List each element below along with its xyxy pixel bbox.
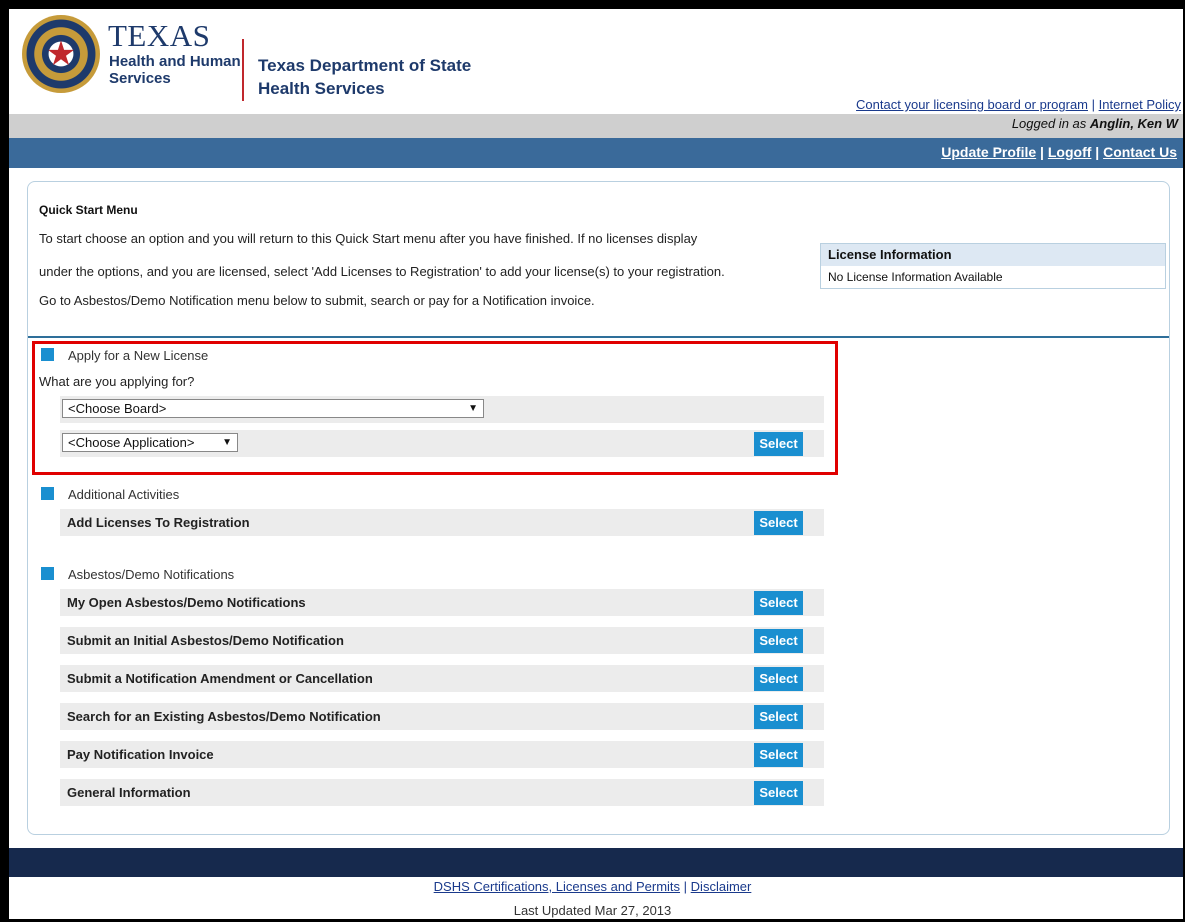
logged-in-prefix: Logged in as: [1011, 116, 1087, 131]
list-item: Submit an Initial Asbestos/Demo Notifica…: [60, 627, 824, 654]
additional-section-title: Additional Activities: [68, 487, 180, 502]
header-link-separator: |: [1091, 97, 1099, 112]
disclaimer-link[interactable]: Disclaimer: [691, 879, 752, 894]
add-licenses-select-button[interactable]: Select: [754, 511, 803, 535]
contact-board-link[interactable]: Contact your licensing board or program: [856, 97, 1088, 112]
search-notification-select-button[interactable]: Select: [754, 705, 803, 729]
texas-seal-icon: ★: [22, 15, 100, 93]
site-header: ★ TEXAS Health and Human Services Texas …: [9, 9, 1183, 114]
asbestos-section-title: Asbestos/Demo Notifications: [68, 567, 235, 582]
list-item: Pay Notification Invoice Select: [60, 741, 824, 768]
list-item-label: General Information: [67, 785, 191, 800]
update-profile-link[interactable]: Update Profile: [941, 144, 1036, 160]
quick-start-panel: Quick Start Menu To start choose an opti…: [27, 181, 1170, 835]
brand-hhs-line1: Health and Human: [109, 53, 241, 70]
dshs-licenses-link[interactable]: DSHS Certifications, Licenses and Permit…: [434, 879, 680, 894]
logged-in-user: Anglin, Ken W: [1089, 116, 1178, 131]
submit-initial-select-button[interactable]: Select: [754, 629, 803, 653]
license-info-header: License Information: [821, 244, 1165, 266]
list-item: Search for an Existing Asbestos/Demo Not…: [60, 703, 824, 730]
list-item-label: Submit a Notification Amendment or Cance…: [67, 671, 373, 686]
user-bar: Logged in as Anglin, Ken W: [9, 114, 1183, 138]
section-divider: [28, 336, 1169, 338]
list-item: My Open Asbestos/Demo Notifications Sele…: [60, 589, 824, 616]
nav-separator: |: [1095, 144, 1104, 160]
license-info-body: No License Information Available: [828, 270, 1003, 284]
footer-links: DSHS Certifications, Licenses and Permit…: [0, 879, 1185, 894]
blue-square-icon: [41, 567, 54, 580]
nav-links: Update Profile | Logoff | Contact Us: [941, 144, 1177, 160]
quick-start-instructions-3: Go to Asbestos/Demo Notification menu be…: [39, 293, 595, 308]
brand-dshs-line1: Texas Department of State: [258, 56, 472, 75]
brand-dshs: Texas Department of State Health Service…: [258, 54, 471, 100]
last-updated: Last Updated Mar 27, 2013: [513, 903, 672, 918]
highlight-box: [32, 341, 838, 475]
nav-separator: |: [1040, 144, 1048, 160]
open-notifications-select-button[interactable]: Select: [754, 591, 803, 615]
list-item-label: Add Licenses To Registration: [67, 515, 250, 530]
list-item: General Information Select: [60, 779, 824, 806]
quick-start-instructions-1: To start choose an option and you will r…: [39, 231, 698, 246]
brand-hhs-line2: Services: [109, 70, 171, 87]
list-item-label: Submit an Initial Asbestos/Demo Notifica…: [67, 633, 344, 648]
seal-star-icon: ★: [45, 35, 77, 73]
brand-dshs-line2: Health Services: [258, 79, 385, 98]
brand-divider: [242, 39, 244, 101]
header-links: Contact your licensing board or program …: [856, 97, 1181, 112]
brand-hhs: Health and Human Services: [109, 53, 241, 87]
footer-band: [9, 848, 1183, 877]
internet-policy-link[interactable]: Internet Policy: [1099, 97, 1181, 112]
amendment-select-button[interactable]: Select: [754, 667, 803, 691]
contact-us-link[interactable]: Contact Us: [1103, 144, 1177, 160]
quick-start-title: Quick Start Menu: [39, 203, 138, 217]
logged-in-status: Logged in as Anglin, Ken W: [1012, 116, 1178, 131]
nav-bar: Update Profile | Logoff | Contact Us: [9, 138, 1183, 168]
list-item-label: Pay Notification Invoice: [67, 747, 214, 762]
quick-start-instructions-2: under the options, and you are licensed,…: [39, 264, 725, 279]
brand-texas: TEXAS: [108, 18, 211, 53]
list-item: Submit a Notification Amendment or Cance…: [60, 665, 824, 692]
list-item-label: My Open Asbestos/Demo Notifications: [67, 595, 306, 610]
general-info-select-button[interactable]: Select: [754, 781, 803, 805]
pay-invoice-select-button[interactable]: Select: [754, 743, 803, 767]
license-info-box: License Information No License Informati…: [820, 243, 1166, 289]
blue-square-icon: [41, 487, 54, 500]
list-item: Add Licenses To Registration Select: [60, 509, 824, 536]
footer-link-separator: |: [683, 879, 688, 894]
list-item-label: Search for an Existing Asbestos/Demo Not…: [67, 709, 381, 724]
logoff-link[interactable]: Logoff: [1048, 144, 1092, 160]
